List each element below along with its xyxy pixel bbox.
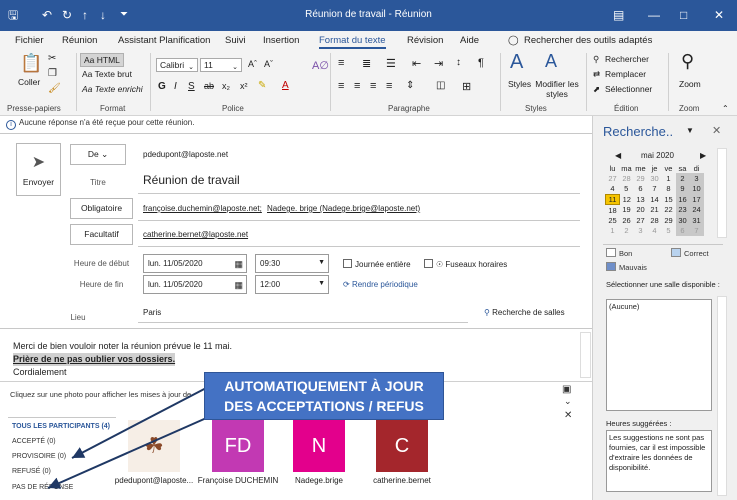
prev-month-icon[interactable]: ◀ bbox=[615, 151, 621, 160]
weekday: ma bbox=[621, 164, 632, 173]
calendar-day[interactable]: 30 bbox=[648, 173, 662, 184]
calendar-day[interactable]: 29 bbox=[634, 173, 648, 184]
weekday: lu bbox=[609, 164, 616, 173]
legend-label: Mauvais bbox=[619, 263, 647, 272]
calendar-day[interactable]: 7 bbox=[648, 184, 662, 195]
calendar-day[interactable]: 29 bbox=[662, 215, 676, 226]
legend-label: Correct bbox=[684, 249, 709, 258]
calendar-day[interactable]: 12 bbox=[620, 194, 634, 205]
calendar-day[interactable]: 2 bbox=[620, 226, 634, 237]
divider bbox=[603, 244, 723, 245]
next-month-icon[interactable]: ▶ bbox=[700, 151, 706, 160]
calendar-day[interactable]: 30 bbox=[675, 215, 690, 226]
calendar-day[interactable]: 6 bbox=[634, 184, 648, 195]
calendar-day[interactable]: 1 bbox=[606, 226, 620, 237]
weekday: je bbox=[651, 164, 658, 173]
calendar-day[interactable]: 5 bbox=[620, 184, 634, 195]
calendar-day[interactable]: 16 bbox=[675, 194, 690, 205]
legend-swatch bbox=[606, 248, 616, 257]
calendar-day-selected[interactable]: 11 bbox=[605, 193, 620, 205]
calendar-day[interactable]: 13 bbox=[634, 194, 648, 205]
calendar-day[interactable]: 20 bbox=[634, 205, 648, 216]
calendar-day[interactable]: 27 bbox=[606, 173, 620, 184]
room-finder-pane: Recherche.. ▼ ✕ ◀ mai 2020 ▶ lu ma me je ve s… bbox=[592, 116, 737, 500]
calendar-day[interactable]: 19 bbox=[620, 205, 634, 216]
calendar-day[interactable]: 4 bbox=[648, 226, 662, 237]
weekday: di bbox=[693, 164, 700, 173]
arrow-to-pas-de-reponse bbox=[47, 411, 221, 489]
legend-label: Bon bbox=[619, 249, 633, 258]
calendar-day[interactable]: 8 bbox=[662, 184, 676, 195]
calendar-day[interactable]: 28 bbox=[648, 215, 662, 226]
pane-menu-icon[interactable]: ▼ bbox=[686, 126, 694, 135]
calendar-day[interactable]: 1 bbox=[662, 173, 676, 184]
calendar-day[interactable]: 15 bbox=[662, 194, 676, 205]
calendar-day[interactable]: 23 bbox=[675, 204, 690, 215]
legend-correct: Correct bbox=[671, 248, 709, 258]
close-icon[interactable]: ✕ bbox=[712, 124, 721, 137]
calendar-day[interactable]: 10 bbox=[689, 183, 704, 194]
legend-bon: Bon bbox=[606, 248, 632, 258]
calendar-day[interactable]: 3 bbox=[634, 226, 648, 237]
mini-calendar[interactable]: lu ma me je ve sa di 27 28 29 30 1 2 3 4 5 6 7 8 9 10 11 12… bbox=[605, 164, 704, 236]
calendar-day[interactable]: 5 bbox=[662, 226, 676, 237]
calendar-day[interactable]: 3 bbox=[689, 173, 704, 184]
calendar-day[interactable]: 7 bbox=[689, 225, 704, 236]
calendar-day[interactable]: 31 bbox=[689, 215, 704, 226]
calendar-day[interactable]: 9 bbox=[675, 183, 690, 194]
suggested-times-label: Heures suggérées : bbox=[606, 419, 672, 428]
calendar-day[interactable]: 14 bbox=[648, 194, 662, 205]
calendar-day[interactable]: 28 bbox=[620, 173, 634, 184]
calendar-day[interactable]: 27 bbox=[634, 215, 648, 226]
calendar-day[interactable]: 21 bbox=[648, 205, 662, 216]
calendar-day[interactable]: 18 bbox=[606, 205, 620, 216]
calendar-day[interactable]: 25 bbox=[606, 215, 620, 226]
calendar-day[interactable]: 24 bbox=[689, 204, 704, 215]
legend-swatch bbox=[606, 262, 616, 271]
pane-title: Recherche.. bbox=[603, 124, 674, 139]
weekday: ve bbox=[664, 164, 673, 173]
weekday: me bbox=[635, 164, 646, 173]
pane-scrollbar[interactable] bbox=[717, 296, 727, 496]
calendar-day[interactable]: 4 bbox=[606, 184, 620, 195]
legend-swatch bbox=[671, 248, 681, 257]
calendar-day[interactable]: 26 bbox=[620, 215, 634, 226]
room-list-item[interactable]: (Aucune) bbox=[609, 302, 639, 311]
calendar-day[interactable]: 22 bbox=[662, 205, 676, 216]
room-list[interactable]: (Aucune) bbox=[606, 299, 712, 411]
calendar-day[interactable]: 2 bbox=[675, 173, 690, 184]
pane-scrollbar[interactable] bbox=[717, 148, 727, 238]
weekday: sa bbox=[678, 164, 687, 173]
calendar-day[interactable]: 17 bbox=[689, 194, 704, 205]
callout-line: AUTOMATIQUEMENT À JOUR bbox=[224, 378, 424, 394]
calendar-month: mai 2020 bbox=[641, 151, 674, 160]
calendar-day[interactable]: 6 bbox=[675, 225, 690, 236]
suggested-times-box: Les suggestions ne sont pas fournies, ca… bbox=[606, 430, 712, 492]
room-select-label: Sélectionner une salle disponible : bbox=[606, 280, 720, 289]
callout-box: AUTOMATIQUEMENT À JOUR DES ACCEPTATIONS … bbox=[204, 372, 444, 420]
legend-mauvais: Mauvais bbox=[606, 262, 647, 272]
callout-line: DES ACCEPTATIONS / REFUS bbox=[224, 398, 424, 414]
